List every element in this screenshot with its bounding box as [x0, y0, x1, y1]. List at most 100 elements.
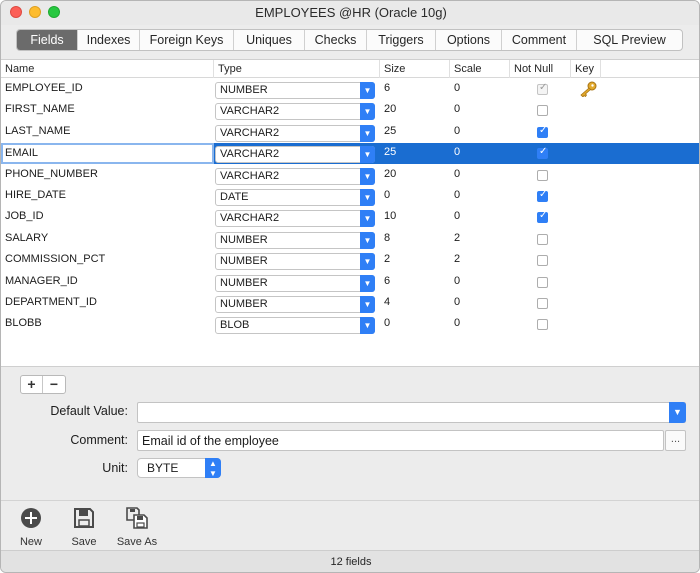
tab-indexes[interactable]: Indexes [78, 30, 140, 50]
field-scale-cell[interactable]: 2 [450, 229, 460, 250]
tab-comment[interactable]: Comment [502, 30, 577, 50]
field-scale-cell[interactable]: 2 [450, 250, 460, 271]
field-name-cell[interactable]: SALARY [1, 229, 48, 250]
chevron-down-icon[interactable]: ▼ [360, 210, 375, 227]
table-row[interactable]: EMAIL VARCHAR2 ▼ 25 0 ✓ [1, 143, 699, 164]
table-row[interactable]: MANAGER_ID NUMBER ▼ 6 0 [1, 272, 699, 293]
not-null-checkbox[interactable] [537, 234, 548, 245]
field-name-cell[interactable]: HIRE_DATE [1, 186, 66, 207]
not-null-checkbox[interactable]: ✓ [537, 125, 548, 138]
table-row[interactable]: BLOBB BLOB ▼ 0 0 [1, 314, 699, 335]
tab-fields[interactable]: Fields [17, 30, 78, 50]
zoom-window-button[interactable] [48, 6, 60, 18]
chevron-down-icon[interactable]: ▼ [360, 253, 375, 270]
field-size-cell[interactable]: 6 [380, 272, 390, 293]
tab-uniques[interactable]: Uniques [234, 30, 305, 50]
not-null-checkbox[interactable]: ✓ [537, 146, 548, 159]
table-row[interactable]: EMPLOYEE_ID NUMBER ▼ 6 0 ✓ [1, 79, 699, 100]
field-type-select[interactable]: VARCHAR2 ▼ [215, 146, 375, 163]
field-scale-cell[interactable]: 0 [450, 272, 460, 293]
column-header-type[interactable]: Type [214, 60, 380, 78]
remove-field-button[interactable]: − [43, 376, 65, 393]
column-header-key[interactable]: Key [571, 60, 601, 78]
tab-foreign-keys[interactable]: Foreign Keys [140, 30, 234, 50]
table-row[interactable]: JOB_ID VARCHAR2 ▼ 10 0 ✓ [1, 207, 699, 228]
column-header-size[interactable]: Size [380, 60, 450, 78]
field-name-cell[interactable]: DEPARTMENT_ID [1, 293, 97, 314]
field-size-cell[interactable]: 2 [380, 250, 390, 271]
save-button[interactable]: Save [54, 506, 114, 548]
column-header-scale[interactable]: Scale [450, 60, 510, 78]
chevron-down-icon[interactable]: ▼ [360, 168, 375, 185]
chevron-down-icon[interactable]: ▼ [360, 103, 375, 120]
field-name-cell[interactable]: BLOBB [1, 314, 42, 335]
column-header-name[interactable]: Name [1, 60, 214, 78]
field-scale-cell[interactable]: 0 [450, 207, 460, 228]
field-scale-cell[interactable]: 0 [450, 79, 460, 100]
tab-checks[interactable]: Checks [305, 30, 367, 50]
field-scale-cell[interactable]: 0 [450, 165, 460, 186]
not-null-checkbox[interactable] [537, 298, 548, 309]
field-size-cell[interactable]: 8 [380, 229, 390, 250]
field-size-cell[interactable]: 10 [380, 207, 396, 228]
field-name-cell[interactable]: COMMISSION_PCT [1, 250, 105, 271]
chevron-down-icon[interactable]: ▼ [360, 189, 375, 206]
field-name-cell[interactable]: PHONE_NUMBER [1, 165, 98, 186]
table-row[interactable]: COMMISSION_PCT NUMBER ▼ 2 2 [1, 250, 699, 271]
not-null-checkbox[interactable] [537, 170, 548, 181]
field-type-select[interactable]: VARCHAR2 ▼ [215, 125, 375, 142]
comment-field[interactable]: Email id of the employee [137, 430, 664, 451]
field-type-select[interactable]: NUMBER ▼ [215, 232, 375, 249]
field-type-select[interactable]: NUMBER ▼ [215, 275, 375, 292]
field-scale-cell[interactable]: 0 [450, 186, 460, 207]
table-row[interactable]: SALARY NUMBER ▼ 8 2 [1, 229, 699, 250]
field-type-select[interactable]: NUMBER ▼ [215, 296, 375, 313]
field-type-select[interactable]: VARCHAR2 ▼ [215, 168, 375, 185]
field-name-cell[interactable]: JOB_ID [1, 207, 44, 228]
not-null-checkbox[interactable] [537, 277, 548, 288]
tab-sql-preview[interactable]: SQL Preview [577, 30, 682, 50]
tab-options[interactable]: Options [436, 30, 502, 50]
field-type-select[interactable]: VARCHAR2 ▼ [215, 103, 375, 120]
field-type-select[interactable]: NUMBER ▼ [215, 253, 375, 270]
not-null-checkbox[interactable]: ✓ [537, 210, 548, 223]
field-size-cell[interactable]: 0 [380, 314, 390, 335]
field-scale-cell[interactable]: 0 [450, 143, 460, 164]
field-type-select[interactable]: NUMBER ▼ [215, 82, 375, 99]
default-value-combobox[interactable]: ▼ [137, 402, 686, 423]
field-size-cell[interactable]: 25 [380, 122, 396, 143]
field-size-cell[interactable]: 6 [380, 79, 390, 100]
chevron-down-icon[interactable]: ▼ [669, 402, 686, 423]
field-name-cell[interactable]: LAST_NAME [1, 122, 70, 143]
chevron-down-icon[interactable]: ▼ [360, 82, 375, 99]
table-row[interactable]: FIRST_NAME VARCHAR2 ▼ 20 0 [1, 100, 699, 121]
chevron-down-icon[interactable]: ▼ [360, 232, 375, 249]
field-size-cell[interactable]: 4 [380, 293, 390, 314]
new-button[interactable]: New [1, 506, 61, 548]
field-size-cell[interactable]: 25 [380, 143, 396, 164]
minimize-window-button[interactable] [29, 6, 41, 18]
field-size-cell[interactable]: 0 [380, 186, 390, 207]
chevron-down-icon[interactable]: ▼ [360, 146, 375, 163]
chevron-down-icon[interactable]: ▼ [360, 125, 375, 142]
not-null-checkbox[interactable]: ✓ [537, 189, 548, 202]
field-size-cell[interactable]: 20 [380, 100, 396, 121]
table-row[interactable]: DEPARTMENT_ID NUMBER ▼ 4 0 [1, 293, 699, 314]
table-row[interactable]: LAST_NAME VARCHAR2 ▼ 25 0 ✓ [1, 122, 699, 143]
field-scale-cell[interactable]: 0 [450, 314, 460, 335]
tab-triggers[interactable]: Triggers [367, 30, 436, 50]
save-as-button[interactable]: Save As [107, 506, 167, 548]
field-type-select[interactable]: VARCHAR2 ▼ [215, 210, 375, 227]
not-null-checkbox[interactable] [537, 319, 548, 330]
unit-select[interactable]: BYTE ▲ ▼ [137, 458, 221, 478]
field-type-select[interactable]: BLOB ▼ [215, 317, 375, 334]
chevron-down-icon[interactable]: ▼ [360, 275, 375, 292]
column-header-not-null[interactable]: Not Null [510, 60, 571, 78]
field-scale-cell[interactable]: 0 [450, 100, 460, 121]
field-name-cell[interactable]: FIRST_NAME [1, 100, 75, 121]
field-size-cell[interactable]: 20 [380, 165, 396, 186]
not-null-checkbox[interactable] [537, 255, 548, 266]
field-scale-cell[interactable]: 0 [450, 293, 460, 314]
add-field-button[interactable]: + [21, 376, 43, 393]
table-row[interactable]: PHONE_NUMBER VARCHAR2 ▼ 20 0 [1, 165, 699, 186]
